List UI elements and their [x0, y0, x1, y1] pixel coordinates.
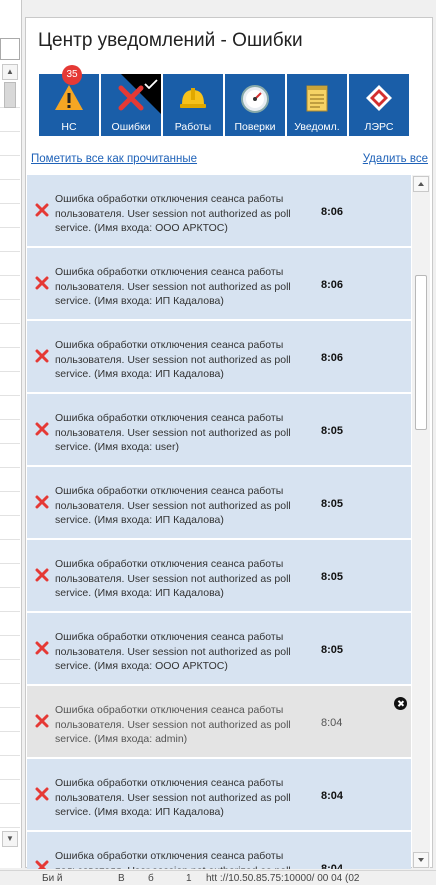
notification-time: 8:05 [321, 571, 344, 583]
background-grid-strip: ▲ ▼ [0, 0, 22, 868]
scroll-up-button[interactable] [413, 176, 429, 192]
notification-time: 8:04 [321, 790, 344, 802]
background-input-box[interactable] [0, 38, 20, 60]
notification-time: 8:04 [321, 717, 343, 729]
notification-message: Ошибка обработки отключения сеанса работ… [55, 266, 291, 307]
category-tabs: НС Ошибки Работы Поверки Уведомл. ЛЭРС [39, 74, 429, 136]
status-bar: Би й В б 1 htt ://10.50.85.75:10000/ 00 … [0, 870, 436, 885]
error-x-icon [35, 422, 49, 436]
status-text-left: Би й [42, 873, 63, 884]
error-x-icon [35, 641, 49, 655]
notification-time: 8:05 [321, 498, 344, 510]
notification-time: 8:06 [321, 206, 344, 218]
mark-all-read-link[interactable]: Пометить все как прочитанные [31, 153, 197, 165]
notification-message: Ошибка обработки отключения сеанса работ… [55, 777, 291, 818]
status-text-mid3: 1 [186, 873, 192, 884]
actions-bar: Пометить все как прочитанные Удалить все [31, 153, 428, 169]
error-x-icon [35, 860, 49, 869]
tab-label: Уведомл. [294, 121, 340, 133]
tab-verifications[interactable]: Поверки [225, 74, 285, 136]
notification-row[interactable]: Ошибка обработки отключения сеанса работ… [27, 613, 411, 685]
notification-time: 8:05 [321, 644, 344, 656]
tab-label: НС [61, 121, 77, 133]
background-grid-lines [0, 84, 20, 848]
notification-message: Ошибка обработки отключения сеанса работ… [55, 193, 291, 234]
notification-message: Ошибка обработки отключения сеанса работ… [55, 412, 291, 453]
status-text-mid1: В [118, 873, 125, 884]
notification-row[interactable]: Ошибка обработки отключения сеанса работ… [27, 321, 411, 393]
tab-lers[interactable]: ЛЭРС [349, 74, 409, 136]
notification-message: Ошибка обработки отключения сеанса работ… [55, 704, 291, 745]
notification-row[interactable]: Ошибка обработки отключения сеанса работ… [27, 175, 411, 247]
scroll-down-button[interactable] [413, 852, 429, 868]
status-server-url: htt ://10.50.85.75:10000/ 00 04 (02 [206, 873, 360, 884]
warning-triangle-icon [55, 85, 83, 110]
notification-row[interactable]: Ошибка обработки отключения сеанса работ… [27, 467, 411, 539]
background-scroll-down-button[interactable]: ▼ [2, 831, 18, 847]
notification-list-scrollbar[interactable] [412, 175, 430, 869]
notepad-icon [306, 85, 328, 112]
notification-row[interactable]: Ошибка обработки отключения сеанса работ… [27, 832, 411, 869]
lers-logo-icon [366, 85, 392, 111]
error-x-icon [35, 714, 49, 728]
notification-row[interactable]: Ошибка обработки отключения сеанса работ… [27, 248, 411, 320]
hard-hat-icon [180, 88, 206, 108]
notification-row[interactable]: Ошибка обработки отключения сеанса работ… [27, 394, 411, 466]
notification-list: Ошибка обработки отключения сеанса работ… [27, 175, 411, 869]
tab-label: Поверки [234, 121, 276, 133]
background-scroll-up-button[interactable]: ▲ [2, 64, 18, 80]
gauge-icon [241, 85, 269, 113]
delete-all-link[interactable]: Удалить все [363, 153, 428, 165]
status-text-mid2: б [148, 873, 154, 884]
tab-errors[interactable]: Ошибки [101, 74, 161, 136]
tab-label: ЛЭРС [364, 121, 394, 133]
tab-label: Ошибки [111, 121, 151, 133]
notification-time: 8:06 [321, 352, 344, 364]
error-x-icon [35, 276, 49, 290]
notification-time: 8:05 [321, 425, 344, 437]
app-window: ▲ ▼ Центр уведомлений - Ошибки НС Ошибки… [0, 0, 436, 885]
notification-row[interactable]: Ошибка обработки отключения сеанса работ… [27, 540, 411, 612]
error-x-icon [35, 203, 49, 217]
error-x-icon [35, 349, 49, 363]
notification-time: 8:06 [321, 279, 344, 291]
notification-message: Ошибка обработки отключения сеанса работ… [55, 558, 291, 599]
notification-message: Ошибка обработки отключения сеанса работ… [55, 850, 291, 869]
error-x-icon [35, 568, 49, 582]
errors-count-badge: 35 [62, 65, 82, 85]
scroll-thumb[interactable] [415, 275, 427, 430]
tab-works[interactable]: Работы [163, 74, 223, 136]
notification-message: Ошибка обработки отключения сеанса работ… [55, 339, 291, 380]
panel-title: Центр уведомлений - Ошибки [38, 30, 303, 51]
notification-message: Ошибка обработки отключения сеанса работ… [55, 485, 291, 526]
error-x-icon [118, 85, 144, 111]
notification-time: 8:04 [321, 863, 344, 869]
notification-row[interactable]: Ошибка обработки отключения сеанса работ… [27, 686, 411, 758]
error-x-icon [35, 787, 49, 801]
tab-notices[interactable]: Уведомл. [287, 74, 347, 136]
notification-message: Ошибка обработки отключения сеанса работ… [55, 631, 291, 672]
notification-center-panel: Центр уведомлений - Ошибки НС Ошибки Раб… [25, 17, 433, 869]
dismiss-notification-icon[interactable] [394, 697, 407, 710]
tab-label: Работы [174, 121, 212, 133]
background-scroll-thumb[interactable] [4, 82, 16, 108]
notification-row[interactable]: Ошибка обработки отключения сеанса работ… [27, 759, 411, 831]
error-x-icon [35, 495, 49, 509]
